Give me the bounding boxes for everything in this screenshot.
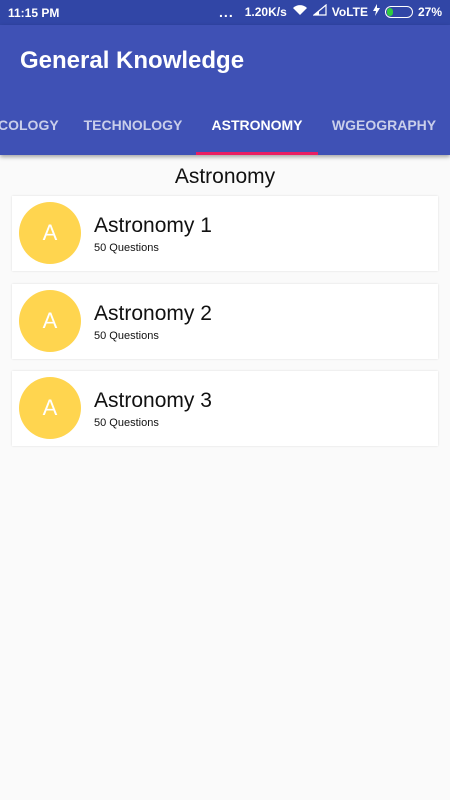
app-title: General Knowledge [20,47,245,74]
notification-dots: ... [219,3,234,20]
quiz-title: Astronomy 1 [94,214,212,237]
wifi-icon [292,4,308,19]
status-time: 11:15 PM [8,6,60,20]
quiz-card-1[interactable]: A Astronomy 1 50 Questions [12,196,438,271]
network-type: VoLTE [331,4,368,19]
tab-ecology[interactable]: COLOGY [0,101,59,155]
status-bar: 11:15 PM ... 1.20K/s VoLTE 27% [0,0,450,25]
signal-icon [312,3,327,19]
page-title: Astronomy [174,165,276,188]
charging-icon [372,4,380,19]
avatar: A [19,290,81,352]
tab-technology[interactable]: TECHNOLOGY [78,101,188,155]
tab-indicator [196,152,318,155]
network-speed: 1.20K/s [244,4,287,19]
category-tabs: COLOGY TECHNOLOGY ASTRONOMY WGEOGRAPHY [0,101,450,155]
status-icons: ... 1.20K/s VoLTE 27% [219,3,442,20]
avatar: A [19,377,81,439]
battery-icon [384,5,413,18]
tab-wgeography[interactable]: WGEOGRAPHY [326,101,442,155]
app-bar: General Knowledge COLOGY TECHNOLOGY ASTR… [0,25,450,155]
question-count: 50 Questions [94,330,159,342]
quiz-title: Astronomy 3 [94,389,212,412]
tab-astronomy[interactable]: ASTRONOMY [196,101,318,155]
quiz-card-2[interactable]: A Astronomy 2 50 Questions [12,284,438,359]
question-count: 50 Questions [94,242,159,254]
avatar: A [19,202,81,264]
quiz-title: Astronomy 2 [94,302,212,325]
question-count: 50 Questions [94,417,159,429]
quiz-card-3[interactable]: A Astronomy 3 50 Questions [12,371,438,446]
battery-percent: 27% [417,4,442,19]
